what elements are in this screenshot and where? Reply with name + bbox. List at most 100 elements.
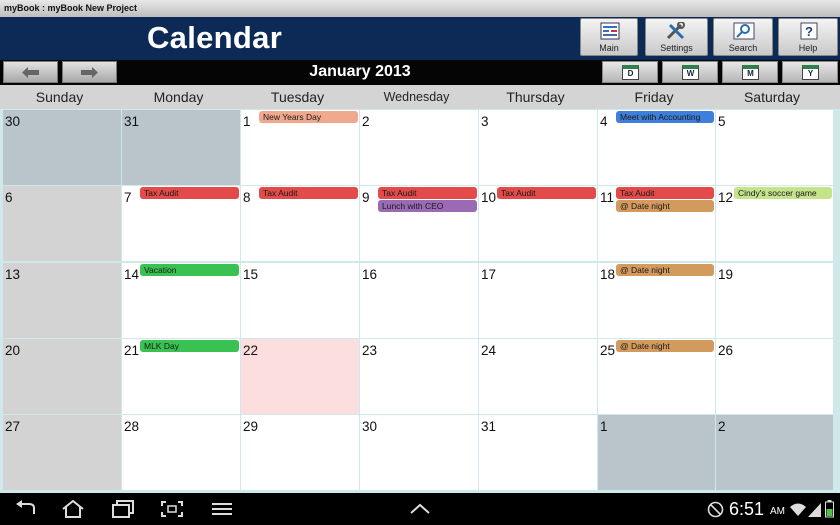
day-cell[interactable]: 30 <box>3 110 121 185</box>
day-cell[interactable]: 25 @ Date night <box>598 339 715 414</box>
calendar-week-icon: W <box>682 65 699 80</box>
day-number: 22 <box>243 343 259 358</box>
day-number: 3 <box>481 114 489 129</box>
day-cell[interactable]: 8 Tax Audit <box>241 186 359 261</box>
day-cell[interactable]: 28 <box>122 415 240 490</box>
event-chip[interactable]: @ Date night <box>616 340 714 352</box>
search-button[interactable]: Search <box>713 18 773 56</box>
day-cell[interactable]: 31 <box>479 415 597 490</box>
day-number: 4 <box>600 114 608 129</box>
help-button[interactable]: ? Help <box>778 18 838 56</box>
settings-button-label: Settings <box>660 43 693 53</box>
home-icon[interactable] <box>61 500 85 518</box>
search-icon <box>733 22 755 40</box>
day-cell[interactable]: 18 @ Date night <box>598 263 715 338</box>
day-cell[interactable]: 7 Tax Audit <box>122 186 240 261</box>
year-view-button[interactable]: Y <box>782 61 838 83</box>
day-number: 24 <box>481 343 497 358</box>
day-cell[interactable]: 3 <box>479 110 597 185</box>
day-number: 1 <box>243 114 251 129</box>
day-number: 31 <box>481 419 497 434</box>
page-title: Calendar <box>147 20 283 55</box>
event-chip[interactable]: Tax Audit <box>616 187 714 199</box>
day-cell[interactable]: 9 Tax Audit Lunch with CEO <box>360 186 478 261</box>
day-cell[interactable]: 10 Tax Audit <box>479 186 597 261</box>
day-cell[interactable]: 6 <box>3 186 121 261</box>
day-cell[interactable]: 16 <box>360 263 478 338</box>
day-cell[interactable]: 13 <box>3 263 121 338</box>
main-button[interactable]: Main <box>580 18 638 56</box>
day-number: 15 <box>243 267 259 282</box>
event-chip[interactable]: Tax Audit <box>378 187 477 199</box>
main-icon <box>600 22 620 40</box>
signal-icon <box>808 503 821 517</box>
back-icon[interactable] <box>14 500 38 518</box>
day-view-button[interactable]: D <box>602 61 658 83</box>
event-chip[interactable]: Vacation <box>140 264 239 276</box>
day-cell[interactable]: 17 <box>479 263 597 338</box>
day-number: 13 <box>5 267 21 282</box>
event-chip[interactable]: MLK Day <box>140 340 239 352</box>
day-cell[interactable]: 1 New Years Day <box>241 110 359 185</box>
weekday-header: Sunday Monday Tuesday Wednesday Thursday Frid… <box>0 85 840 109</box>
event-chip[interactable]: Lunch with CEO <box>378 200 477 212</box>
menu-icon[interactable] <box>210 500 234 518</box>
event-chip[interactable]: Tax Audit <box>140 187 239 199</box>
day-number: 2 <box>718 419 726 434</box>
screenshot-icon[interactable] <box>160 500 184 518</box>
day-cell[interactable]: 4 Meet with Accounting <box>598 110 715 185</box>
event-chip[interactable]: @ Date night <box>616 200 714 212</box>
settings-button[interactable]: Settings <box>645 18 708 56</box>
day-number: 8 <box>243 190 251 205</box>
event-chip[interactable]: Tax Audit <box>497 187 596 199</box>
day-cell[interactable]: 22 <box>241 339 359 414</box>
event-chip[interactable]: Tax Audit <box>259 187 358 199</box>
day-cell[interactable]: 23 <box>360 339 478 414</box>
weekday-label: Thursday <box>506 89 565 105</box>
day-number: 30 <box>362 419 378 434</box>
day-cell[interactable]: 2 <box>716 415 833 490</box>
arrow-right-icon <box>81 67 98 78</box>
day-cell[interactable]: 2 <box>360 110 478 185</box>
day-cell[interactable]: 19 <box>716 263 833 338</box>
day-number: 11 <box>600 190 615 205</box>
calendar-day-icon: D <box>622 65 639 80</box>
search-button-label: Search <box>728 43 758 53</box>
event-chip[interactable]: @ Date night <box>616 264 714 276</box>
day-cell[interactable]: 20 <box>3 339 121 414</box>
day-cell[interactable]: 5 <box>716 110 833 185</box>
day-number: 7 <box>124 190 132 205</box>
event-chip[interactable]: Cindy's soccer game <box>734 187 832 199</box>
settings-icon <box>666 22 685 40</box>
day-cell[interactable]: 15 <box>241 263 359 338</box>
day-cell[interactable]: 1 <box>598 415 715 490</box>
day-cell[interactable]: 12 Cindy's soccer game <box>716 186 833 261</box>
event-chip[interactable]: Meet with Accounting <box>616 111 714 123</box>
day-cell[interactable]: 26 <box>716 339 833 414</box>
weekday-label: Saturday <box>743 89 801 105</box>
month-view-button[interactable]: M <box>722 61 778 83</box>
next-month-button[interactable] <box>62 61 117 83</box>
window-title: myBook : myBook New Project <box>0 0 840 17</box>
event-chip[interactable]: New Years Day <box>259 111 358 123</box>
battery-icon <box>825 500 834 518</box>
recent-apps-icon[interactable] <box>111 500 135 518</box>
day-number: 25 <box>600 343 616 358</box>
day-cell[interactable]: 27 <box>3 415 121 490</box>
day-cell[interactable]: 11 Tax Audit @ Date night <box>598 186 715 261</box>
day-number: 10 <box>481 190 497 205</box>
calendar-year-icon: Y <box>802 65 819 80</box>
day-cell[interactable]: 14 Vacation <box>122 263 240 338</box>
day-cell[interactable]: 21 MLK Day <box>122 339 240 414</box>
prev-month-button[interactable] <box>3 61 58 83</box>
month-navbar: January 2013 D W M Y <box>0 60 840 85</box>
day-cell[interactable]: 30 <box>360 415 478 490</box>
status-ampm: AM <box>770 506 785 517</box>
day-cell[interactable]: 31 <box>122 110 240 185</box>
week-view-button[interactable]: W <box>662 61 718 83</box>
day-number: 29 <box>243 419 259 434</box>
day-cell[interactable]: 29 <box>241 415 359 490</box>
day-cell[interactable]: 24 <box>479 339 597 414</box>
month-grid: Sunday Monday Tuesday Wednesday Thursday Frid… <box>0 85 840 493</box>
chevron-up-icon[interactable] <box>408 503 432 515</box>
